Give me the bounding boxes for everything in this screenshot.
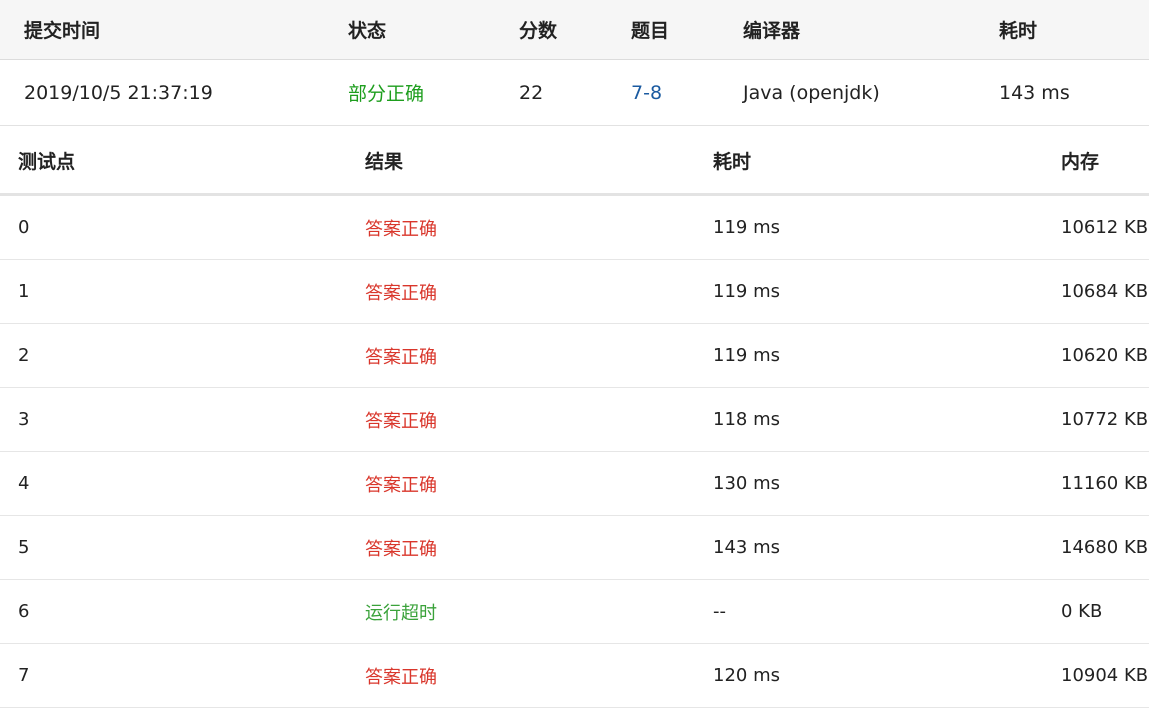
- test-point: 5: [18, 537, 30, 558]
- header-score: 分数: [519, 20, 558, 42]
- test-point: 0: [18, 217, 30, 238]
- test-result: 答案正确: [365, 410, 437, 432]
- table-row: 5 答案正确 143 ms 14680 KB: [0, 516, 1149, 580]
- header-cost: 耗时: [999, 20, 1038, 42]
- submit-time: 2019/10/5 21:37:19: [24, 81, 213, 104]
- test-result: 答案正确: [365, 218, 437, 240]
- submission-table-header: 提交时间 状态 分数 题目 编译器 耗时: [0, 0, 1149, 60]
- cost-value: 143 ms: [999, 81, 1070, 104]
- table-row: 0 答案正确 119 ms 10612 KB: [0, 196, 1149, 260]
- score-value: 22: [519, 81, 544, 104]
- table-row: 7 答案正确 120 ms 10904 KB: [0, 644, 1149, 708]
- test-memory: 11160 KB: [1061, 473, 1149, 494]
- testcase-table-header: 测试点 结果 耗时 内存: [0, 127, 1149, 196]
- test-memory: 0 KB: [1061, 601, 1103, 622]
- test-memory: 10620 KB: [1061, 345, 1149, 366]
- test-time: 119 ms: [713, 217, 780, 238]
- test-time: 143 ms: [713, 537, 780, 558]
- test-point: 2: [18, 345, 30, 366]
- test-result: 答案正确: [365, 474, 437, 496]
- test-memory: 10772 KB: [1061, 409, 1149, 430]
- status-badge: 部分正确: [348, 83, 425, 105]
- test-point: 6: [18, 601, 30, 622]
- header-memory: 内存: [1061, 150, 1100, 173]
- test-time: 130 ms: [713, 473, 780, 494]
- test-time: 118 ms: [713, 409, 780, 430]
- test-time: 119 ms: [713, 281, 780, 302]
- test-result: 答案正确: [365, 282, 437, 304]
- test-time: 119 ms: [713, 345, 780, 366]
- header-status: 状态: [348, 20, 387, 42]
- header-problem: 题目: [631, 20, 670, 42]
- test-point: 1: [18, 281, 30, 302]
- problem-link[interactable]: 7-8: [631, 60, 662, 125]
- table-row: 6 运行超时 -- 0 KB: [0, 580, 1149, 644]
- table-row: 1 答案正确 119 ms 10684 KB: [0, 260, 1149, 324]
- test-time: --: [713, 601, 726, 622]
- submission-detail-page: 提交时间 状态 分数 题目 编译器 耗时 2019/10/5 21:37:19 …: [0, 0, 1149, 713]
- table-row: 4 答案正确 130 ms 11160 KB: [0, 452, 1149, 516]
- test-result: 答案正确: [365, 346, 437, 368]
- test-memory: 10904 KB: [1061, 665, 1149, 686]
- test-memory: 10612 KB: [1061, 217, 1149, 238]
- header-test-point: 测试点: [18, 150, 76, 173]
- table-row: 2 答案正确 119 ms 10620 KB: [0, 324, 1149, 388]
- test-result: 运行超时: [365, 602, 437, 624]
- test-memory: 10684 KB: [1061, 281, 1149, 302]
- test-point: 3: [18, 409, 30, 430]
- table-row: 3 答案正确 118 ms 10772 KB: [0, 388, 1149, 452]
- submission-row: 2019/10/5 21:37:19 部分正确 22 7-8 Java (ope…: [0, 60, 1149, 126]
- test-result: 答案正确: [365, 666, 437, 688]
- header-result: 结果: [365, 150, 404, 173]
- compiler-value: Java (openjdk): [743, 81, 880, 104]
- header-time: 耗时: [713, 150, 752, 173]
- test-time: 120 ms: [713, 665, 780, 686]
- test-result: 答案正确: [365, 538, 437, 560]
- test-memory: 14680 KB: [1061, 537, 1149, 558]
- test-point: 4: [18, 473, 30, 494]
- header-submit-time: 提交时间: [24, 20, 101, 42]
- header-compiler: 编译器: [743, 20, 801, 42]
- testcase-table-body: 0 答案正确 119 ms 10612 KB 1 答案正确 119 ms 106…: [0, 196, 1149, 708]
- test-point: 7: [18, 665, 30, 686]
